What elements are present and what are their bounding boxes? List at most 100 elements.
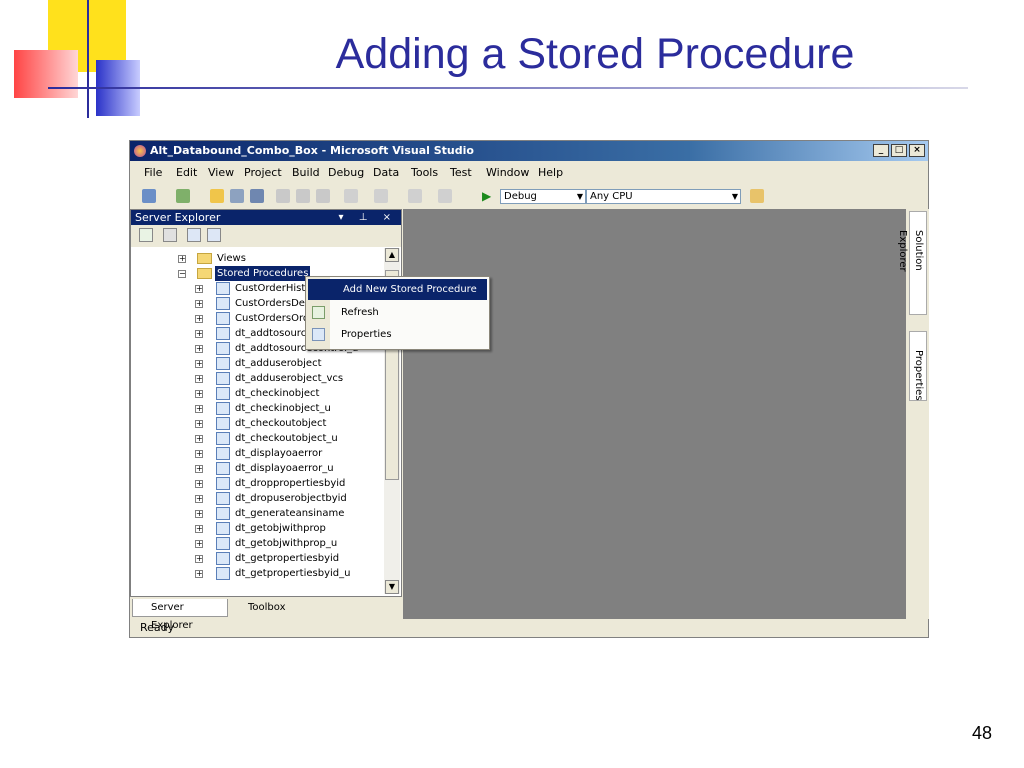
tree-item-label: dt_generateansiname — [235, 508, 345, 519]
save-icon[interactable] — [230, 189, 244, 203]
tab-solution-explorer[interactable]: Solution Explorer — [897, 211, 927, 315]
menu-file[interactable]: File — [144, 166, 162, 179]
expand-icon[interactable]: + — [195, 450, 203, 458]
paste-icon[interactable] — [316, 189, 330, 203]
stored-procedure-icon — [216, 297, 230, 310]
status-bar: Ready — [130, 619, 928, 637]
menu-tools[interactable]: Tools — [411, 166, 438, 179]
menu-debug[interactable]: Debug — [328, 166, 364, 179]
expand-icon[interactable]: + — [195, 540, 203, 548]
solution-platform-combo[interactable]: Any CPU ▼ — [586, 189, 741, 204]
expand-icon[interactable]: + — [195, 360, 203, 368]
expand-icon[interactable]: + — [195, 555, 203, 563]
tree-item-procedure[interactable]: + dt_generateansiname — [131, 506, 381, 521]
tree-item-procedure[interactable]: + dt_checkinobject_u — [131, 401, 381, 416]
undo-icon[interactable] — [344, 189, 358, 203]
expand-icon[interactable]: + — [195, 300, 203, 308]
expand-icon[interactable]: + — [195, 480, 203, 488]
tree-item-label: dt_getobjwithprop — [235, 523, 326, 534]
server-explorer-toolbar — [131, 225, 401, 247]
menu-item-add-new-stored-procedure[interactable]: Add New Stored Procedure — [308, 279, 487, 300]
tab-server-explorer[interactable]: Server Explorer — [132, 599, 228, 631]
copy-icon[interactable] — [296, 189, 310, 203]
navigate-forward-icon[interactable] — [438, 189, 452, 203]
scroll-down-icon[interactable]: ▼ — [385, 580, 399, 594]
tree-item-label: dt_displayoaerror_u — [235, 463, 334, 474]
expand-icon[interactable]: + — [195, 375, 203, 383]
expand-icon[interactable]: + — [195, 465, 203, 473]
menu-data[interactable]: Data — [373, 166, 399, 179]
solution-config-value: Debug — [504, 191, 537, 202]
expand-icon[interactable]: + — [195, 420, 203, 428]
connect-to-server-icon[interactable] — [207, 228, 221, 242]
start-debugging-icon[interactable]: ▶ — [482, 189, 496, 203]
add-item-icon[interactable] — [176, 189, 190, 203]
maximize-button[interactable]: □ — [891, 144, 907, 157]
tree-item-procedure[interactable]: + dt_displayoaerror — [131, 446, 381, 461]
cut-icon[interactable] — [276, 189, 290, 203]
tree-item-procedure[interactable]: + dt_checkinobject — [131, 386, 381, 401]
tree-item-procedure[interactable]: + dt_getobjwithprop — [131, 521, 381, 536]
menu-item-properties[interactable]: Properties — [306, 324, 489, 345]
tree-item-procedure[interactable]: + dt_getpropertiesbyid — [131, 551, 381, 566]
expand-icon[interactable]: + — [195, 315, 203, 323]
expand-icon[interactable]: + — [195, 495, 203, 503]
new-project-icon[interactable] — [142, 189, 156, 203]
properties-icon — [312, 328, 325, 341]
save-all-icon[interactable] — [250, 189, 264, 203]
menubar: File Edit View Project Build Debug Data … — [130, 162, 928, 182]
expand-icon[interactable]: + — [195, 345, 203, 353]
tree-item-label: dt_dropuserobjectbyid — [235, 493, 347, 504]
tree-item-procedure[interactable]: + dt_droppropertiesbyid — [131, 476, 381, 491]
deco-red-square — [14, 50, 78, 98]
expand-icon[interactable]: + — [195, 390, 203, 398]
menu-build[interactable]: Build — [292, 166, 320, 179]
expand-icon[interactable]: + — [195, 330, 203, 338]
tree-item-procedure[interactable]: + dt_adduserobject — [131, 356, 381, 371]
find-in-files-icon[interactable] — [750, 189, 764, 203]
expand-icon[interactable]: + — [178, 255, 186, 263]
folder-icon — [197, 268, 212, 279]
tree-item-procedure[interactable]: + dt_checkoutobject — [131, 416, 381, 431]
tree-item-procedure[interactable]: + dt_dropuserobjectbyid — [131, 491, 381, 506]
scroll-up-icon[interactable]: ▲ — [385, 248, 399, 262]
expand-icon[interactable]: + — [195, 285, 203, 293]
menu-project[interactable]: Project — [244, 166, 282, 179]
tree-item-procedure[interactable]: + dt_checkoutobject_u — [131, 431, 381, 446]
open-file-icon[interactable] — [210, 189, 224, 203]
deco-horizontal-line — [48, 87, 968, 89]
toolbox-tab-label: Toolbox — [248, 602, 286, 613]
redo-icon[interactable] — [374, 189, 388, 203]
tree-item-procedure[interactable]: + dt_getpropertiesbyid_u — [131, 566, 381, 581]
tree-item-procedure[interactable]: + dt_adduserobject_vcs — [131, 371, 381, 386]
navigate-backward-icon[interactable] — [408, 189, 422, 203]
stop-refresh-icon[interactable] — [163, 228, 177, 242]
expand-icon[interactable]: + — [195, 405, 203, 413]
menu-help[interactable]: Help — [538, 166, 563, 179]
solution-config-combo[interactable]: Debug ▼ — [500, 189, 586, 204]
server-explorer-panel: Server Explorer ▾ ⊥ × + Views − Stored P… — [130, 209, 402, 597]
expand-icon[interactable]: + — [195, 510, 203, 518]
tab-properties[interactable]: Properties — [909, 331, 927, 401]
menu-item-refresh[interactable]: Refresh — [306, 302, 489, 323]
minimize-button[interactable]: _ — [873, 144, 889, 157]
visual-studio-icon — [134, 145, 146, 157]
refresh-icon[interactable] — [139, 228, 153, 242]
menu-window[interactable]: Window — [486, 166, 529, 179]
tree-folder-views[interactable]: + Views — [131, 251, 381, 266]
menu-test[interactable]: Test — [450, 166, 472, 179]
connect-to-database-icon[interactable] — [187, 228, 201, 242]
tab-toolbox[interactable]: Toolbox — [230, 599, 290, 617]
collapse-icon[interactable]: − — [178, 270, 186, 278]
tree-item-procedure[interactable]: + dt_getobjwithprop_u — [131, 536, 381, 551]
tree-item-label: CustOrderHist — [235, 283, 306, 294]
tree-item-label: dt_checkinobject — [235, 388, 320, 399]
panel-controls[interactable]: ▾ ⊥ × — [339, 210, 397, 225]
menu-view[interactable]: View — [208, 166, 234, 179]
tree-item-procedure[interactable]: + dt_displayoaerror_u — [131, 461, 381, 476]
menu-edit[interactable]: Edit — [176, 166, 197, 179]
expand-icon[interactable]: + — [195, 525, 203, 533]
close-button[interactable]: × — [909, 144, 925, 157]
expand-icon[interactable]: + — [195, 435, 203, 443]
expand-icon[interactable]: + — [195, 570, 203, 578]
